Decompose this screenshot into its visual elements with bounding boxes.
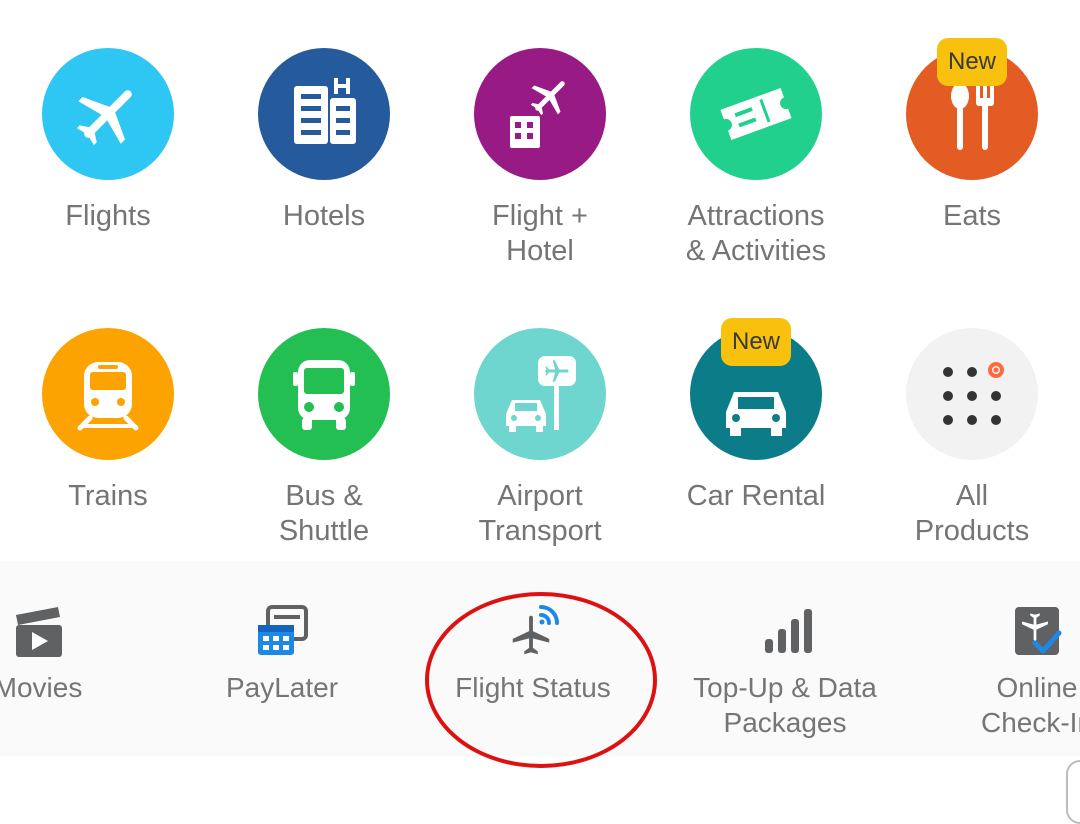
product-label: All Products xyxy=(914,480,1030,547)
bus-icon-circle xyxy=(258,328,390,460)
topup-icon-wrap xyxy=(670,600,900,662)
service-paylater[interactable]: PayLater xyxy=(167,600,397,705)
product-bus-shuttle[interactable]: Bus & Shuttle xyxy=(216,328,432,549)
hotels-icon-circle xyxy=(258,48,390,180)
product-label: Trains xyxy=(68,480,148,512)
flight-hotel-icon-circle xyxy=(474,48,606,180)
bus-icon xyxy=(293,360,355,430)
service-topup-data[interactable]: Top-Up & Data Packages xyxy=(670,600,900,740)
attractions-icon-circle xyxy=(690,48,822,180)
new-badge: New xyxy=(721,318,791,366)
train-icon xyxy=(77,362,139,431)
grid-dots-icon xyxy=(943,362,1004,425)
product-trains[interactable]: Trains xyxy=(0,328,216,514)
signal-bars-icon xyxy=(765,609,812,653)
airport-transport-icon-circle xyxy=(474,328,606,460)
car-icon xyxy=(726,392,786,436)
fork-spoon-icon xyxy=(951,80,994,150)
product-all-products[interactable]: All Products xyxy=(864,328,1080,549)
service-label: Top-Up & Data Packages xyxy=(693,672,877,738)
all-products-icon-circle xyxy=(906,328,1038,460)
product-eats[interactable]: New Eats xyxy=(864,38,1080,234)
online-checkin-icon-wrap xyxy=(922,600,1080,662)
movies-icon-wrap xyxy=(0,600,153,662)
product-label: Eats xyxy=(942,200,1002,232)
trains-icon-circle xyxy=(42,328,174,460)
product-label: Attractions & Activities xyxy=(685,200,827,267)
product-label: Flights xyxy=(65,200,151,232)
service-online-checkin[interactable]: Online Check-In xyxy=(922,600,1080,740)
hotel-building-icon xyxy=(294,78,356,144)
product-label: Hotels xyxy=(282,200,366,232)
flight-hotel-icon xyxy=(510,81,565,148)
paylater-calendar-icon xyxy=(258,605,308,655)
product-label: Car Rental xyxy=(686,480,826,512)
floating-button-edge[interactable] xyxy=(1066,760,1080,824)
product-car-rental[interactable]: New Car Rental xyxy=(648,318,864,514)
product-label: Airport Transport xyxy=(478,480,602,547)
paylater-icon-wrap xyxy=(167,600,397,662)
ticket-icon xyxy=(720,88,792,140)
online-checkin-icon xyxy=(1015,607,1062,655)
new-badge: New xyxy=(937,38,1007,86)
product-airport-transport[interactable]: Airport Transport xyxy=(432,328,648,549)
product-label: Flight + Hotel xyxy=(492,200,588,267)
product-label: Bus & Shuttle xyxy=(278,480,370,547)
airport-transport-icon xyxy=(506,356,576,432)
product-attractions[interactable]: Attractions & Activities xyxy=(648,48,864,269)
movie-clapper-icon xyxy=(16,607,62,657)
product-flight-hotel[interactable]: Flight + Hotel xyxy=(432,48,648,269)
product-hotels[interactable]: Hotels xyxy=(216,48,432,234)
service-label: Flight Status xyxy=(455,672,611,703)
service-label: Online Check-In xyxy=(980,672,1080,738)
service-label: Movies xyxy=(0,672,83,703)
eats-icon-circle: New xyxy=(906,38,1038,180)
flights-icon-circle xyxy=(42,48,174,180)
service-movies[interactable]: Movies xyxy=(0,600,153,705)
airplane-icon xyxy=(76,90,132,146)
flight-status-icon xyxy=(512,605,559,655)
service-flight-status[interactable]: Flight Status xyxy=(418,600,648,705)
car-rental-icon-circle: New xyxy=(690,318,822,460)
product-flights[interactable]: Flights xyxy=(0,48,216,234)
service-label: PayLater xyxy=(225,672,339,703)
flight-status-icon-wrap xyxy=(418,600,648,662)
